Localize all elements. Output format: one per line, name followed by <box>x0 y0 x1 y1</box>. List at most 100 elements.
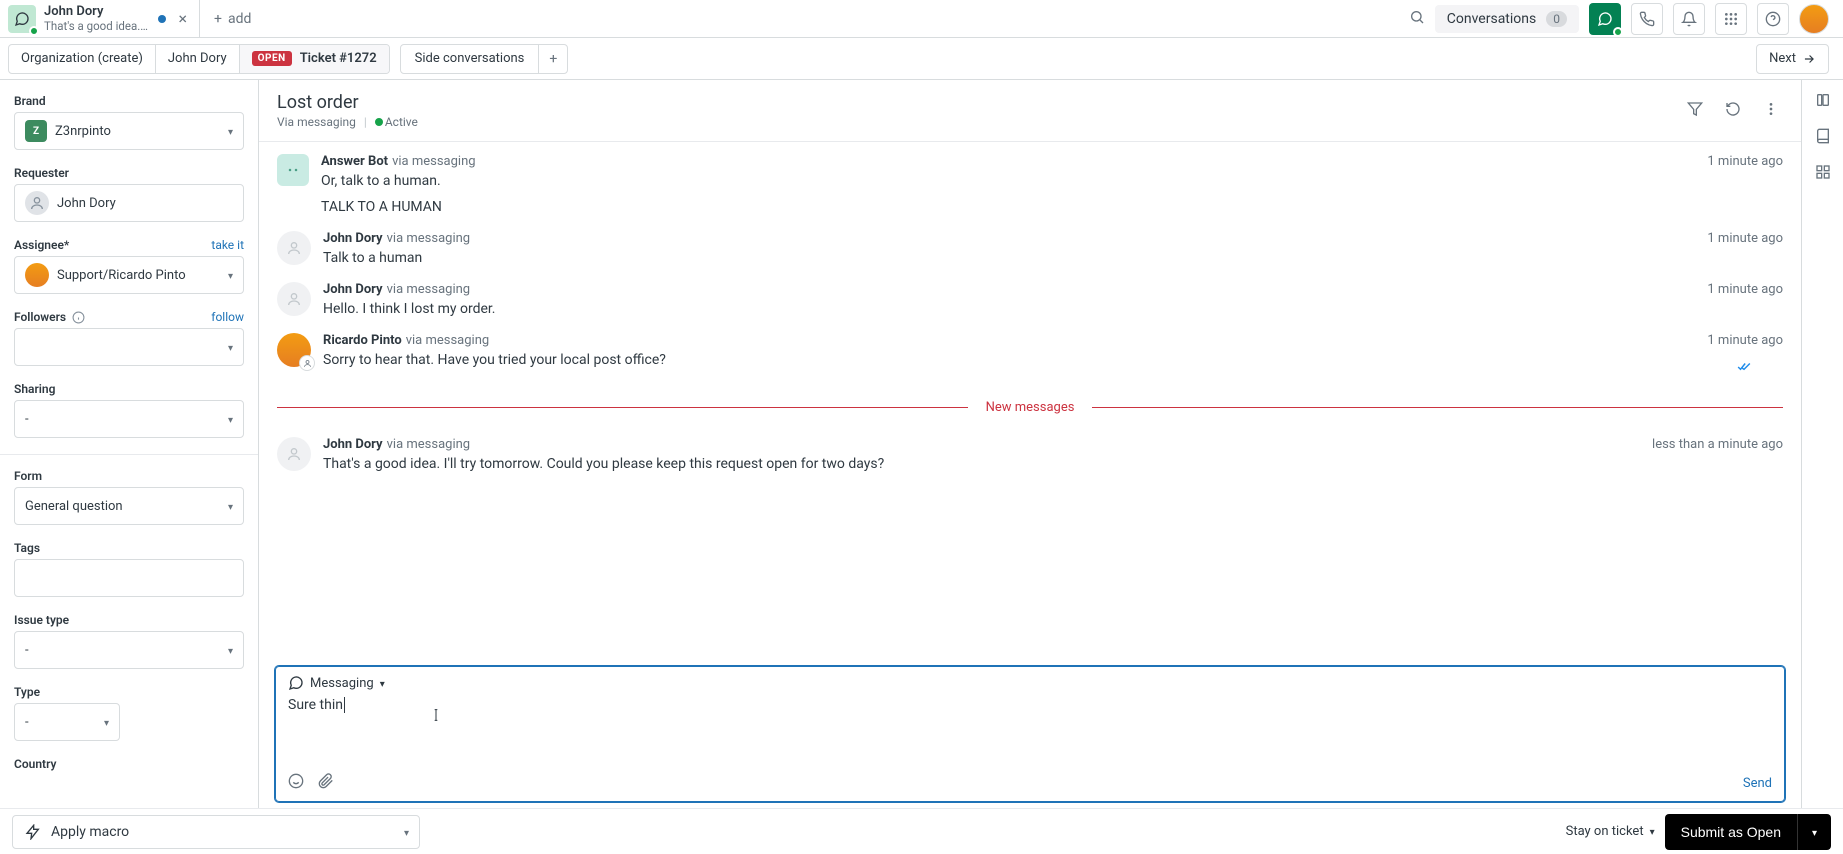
breadcrumb-ticket-label: Ticket #1272 <box>300 51 377 66</box>
apply-macro-label: Apply macro <box>51 824 129 840</box>
chevron-down-icon <box>228 498 233 514</box>
chevron-down-icon <box>228 123 233 139</box>
events-icon[interactable] <box>1721 97 1745 125</box>
conversations-label: Conversations <box>1447 11 1536 27</box>
follow-button[interactable]: follow <box>211 310 244 324</box>
add-side-conversation-button[interactable]: + <box>539 45 567 73</box>
agent-avatar <box>277 333 311 367</box>
brand-icon: Z <box>25 120 47 142</box>
submit-button[interactable]: Submit as Open <box>1665 814 1797 850</box>
chevron-down-icon <box>1812 824 1817 839</box>
message-time: 1 minute ago <box>1707 231 1783 246</box>
requester-select[interactable]: John Dory <box>14 184 244 222</box>
message-author: John Dory <box>323 437 383 452</box>
side-conversations-button[interactable]: Side conversations <box>401 45 540 73</box>
issuetype-label: Issue type <box>14 613 244 627</box>
sharing-label: Sharing <box>14 382 244 396</box>
tags-input[interactable] <box>14 559 244 597</box>
user-avatar <box>277 231 311 265</box>
assignee-select[interactable]: Support/Ricardo Pinto <box>14 256 244 294</box>
filter-icon[interactable] <box>1683 97 1707 125</box>
more-icon[interactable] <box>1759 97 1783 125</box>
new-messages-divider: New messages <box>277 400 1783 415</box>
channel-icon <box>288 675 304 691</box>
message-item: Ricardo Pinto via messaging 1 minute ago… <box>277 325 1783 386</box>
sharing-select[interactable]: - <box>14 400 244 438</box>
followers-label: Followers <box>14 310 85 324</box>
chevron-down-icon <box>104 714 109 730</box>
message-body: Hello. I think I lost my order. <box>323 301 1783 317</box>
chevron-down-icon[interactable] <box>380 676 385 691</box>
next-label: Next <box>1769 51 1796 66</box>
stay-on-ticket-select[interactable]: Stay on ticket <box>1566 824 1655 839</box>
message-time: less than a minute ago <box>1652 437 1783 452</box>
message-body: Talk to a human <box>323 250 1783 266</box>
form-label: Form <box>14 469 244 483</box>
next-ticket-button[interactable]: Next <box>1756 44 1829 74</box>
message-author: John Dory <box>323 231 383 246</box>
take-it-button[interactable]: take it <box>211 238 244 252</box>
message-via: via messaging <box>387 282 470 297</box>
tab-title: John Dory <box>44 4 150 19</box>
requester-value: John Dory <box>57 196 116 211</box>
breadcrumb-requester[interactable]: John Dory <box>156 45 240 73</box>
user-profile-tab[interactable] <box>1815 92 1831 112</box>
assignee-value: Support/Ricardo Pinto <box>57 268 186 283</box>
help-button[interactable] <box>1757 3 1789 35</box>
add-tab-button[interactable]: + add <box>200 0 265 37</box>
send-button[interactable]: Send <box>1743 776 1772 791</box>
knowledge-tab[interactable] <box>1815 128 1831 148</box>
conversations-button[interactable]: Conversations 0 <box>1435 5 1579 33</box>
conversations-count: 0 <box>1546 11 1567 27</box>
ticket-fields-sidebar: Brand Z Z3nrpinto Requester John Dory <box>0 80 259 854</box>
message-item: John Dory via messaging 1 minute ago Tal… <box>277 223 1783 274</box>
type-select[interactable]: - <box>14 703 120 741</box>
followers-select[interactable] <box>14 328 244 366</box>
apply-macro-button[interactable]: Apply macro <box>12 815 420 849</box>
search-button[interactable] <box>1409 9 1425 29</box>
unread-indicator <box>158 15 166 23</box>
breadcrumb-org[interactable]: Organization (create) <box>9 45 156 73</box>
user-avatar <box>277 437 311 471</box>
info-icon <box>72 311 85 324</box>
channel-label[interactable]: Messaging <box>310 676 374 691</box>
message-via: via messaging <box>406 333 489 348</box>
user-icon <box>25 191 49 215</box>
reply-composer: Messaging Sure thin Send <box>275 666 1785 802</box>
brand-value: Z3nrpinto <box>55 124 111 139</box>
message-item: Answer Bot via messaging 1 minute ago Or… <box>277 146 1783 223</box>
bottom-action-bar: Apply macro Stay on ticket Submit as Ope… <box>0 808 1843 854</box>
active-indicator <box>375 118 383 126</box>
emoji-button[interactable] <box>288 773 304 793</box>
compose-textarea[interactable]: Sure thin <box>276 695 1784 769</box>
text-cursor-icon <box>428 705 444 729</box>
submit-options-button[interactable] <box>1797 814 1831 850</box>
message-item: John Dory via messaging 1 minute ago Hel… <box>277 274 1783 325</box>
breadcrumb: Organization (create) John Dory OPEN Tic… <box>8 44 390 74</box>
country-label: Country <box>14 757 244 771</box>
attachment-button[interactable] <box>318 773 334 793</box>
brand-select[interactable]: Z Z3nrpinto <box>14 112 244 150</box>
user-avatar <box>277 282 311 316</box>
chevron-down-icon <box>228 411 233 427</box>
apps-button[interactable] <box>1715 3 1747 35</box>
presence-indicator <box>29 26 39 36</box>
apps-tab[interactable] <box>1815 164 1831 184</box>
breadcrumb-ticket[interactable]: OPEN Ticket #1272 <box>240 45 389 73</box>
message-time: 1 minute ago <box>1707 154 1783 169</box>
presence-indicator <box>1613 27 1623 37</box>
active-tab[interactable]: John Dory That's a good idea. I... × <box>0 0 200 37</box>
notifications-button[interactable] <box>1673 3 1705 35</box>
agent-avatar-icon <box>25 263 49 287</box>
issuetype-value: - <box>25 643 29 658</box>
call-button[interactable] <box>1631 3 1663 35</box>
bot-avatar <box>277 154 309 186</box>
issuetype-select[interactable]: - <box>14 631 244 669</box>
tab-subtitle: That's a good idea. I... <box>44 19 150 33</box>
chat-availability-button[interactable] <box>1589 3 1621 35</box>
profile-avatar[interactable] <box>1799 4 1829 34</box>
form-select[interactable]: General question <box>14 487 244 525</box>
agent-badge-icon <box>299 355 315 371</box>
message-body: Or, talk to a human. TALK TO A HUMAN <box>321 173 1783 215</box>
close-tab-button[interactable]: × <box>174 9 191 28</box>
